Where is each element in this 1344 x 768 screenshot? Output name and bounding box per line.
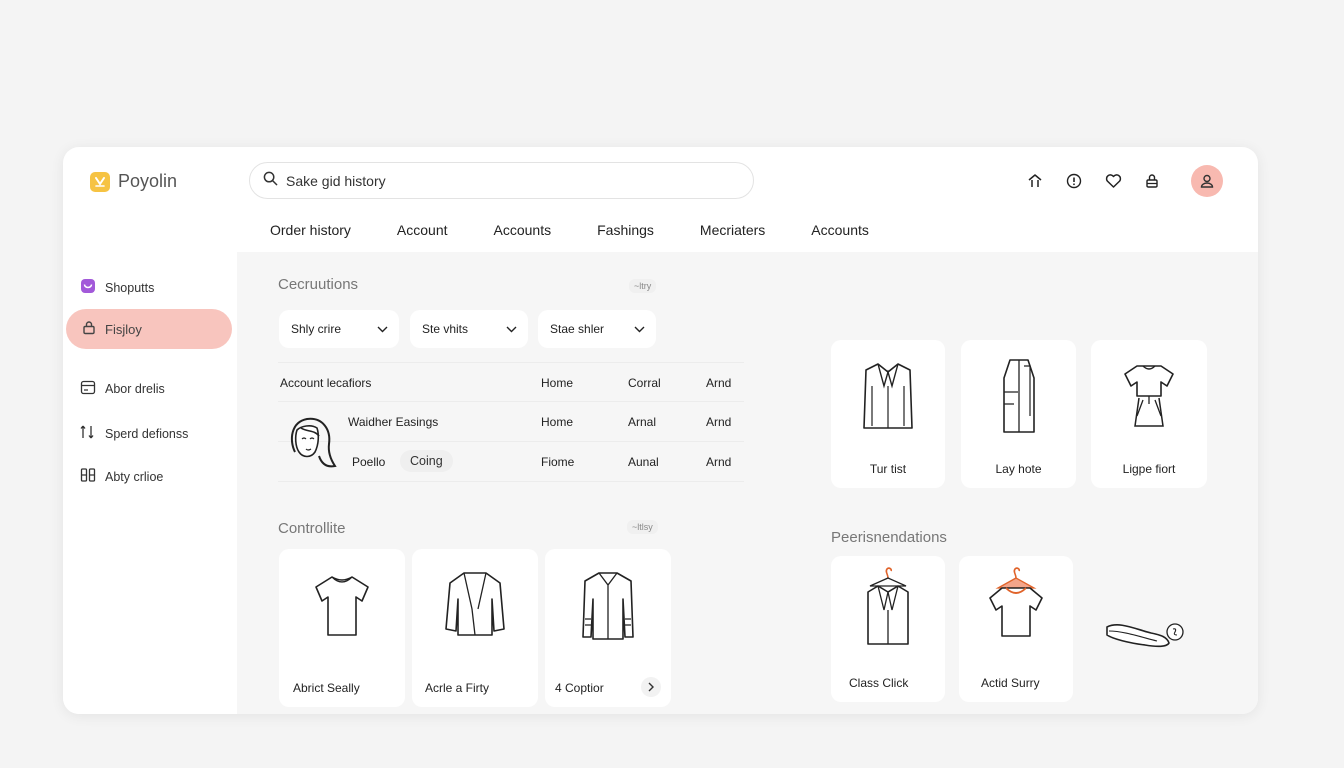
product-card-label: Ligpe fiort <box>1122 462 1176 476</box>
header-actions <box>1025 165 1223 197</box>
product-card-cardigan[interactable]: Acrle a Firty <box>412 549 538 707</box>
bag-icon[interactable] <box>1142 171 1162 191</box>
table-header-row: Account lecafiors Home Corral Arnd <box>278 362 744 402</box>
tab-account[interactable]: Account <box>397 222 448 238</box>
tab-fashings[interactable]: Fashings <box>597 222 654 238</box>
tshirt-icon <box>315 576 369 636</box>
filter-label: Ste vhits <box>422 322 469 336</box>
table-cell: Home <box>541 415 574 429</box>
account-table: Account lecafiors Home Corral Arnd Waidh… <box>278 362 744 482</box>
tab-order-history[interactable]: Order history <box>270 222 351 238</box>
sidebar-item-abor-drelis[interactable]: Abor drelis <box>80 380 165 398</box>
card-icon <box>80 380 96 398</box>
recommendations-title: Peerisnendations <box>831 529 947 546</box>
product-card-dress[interactable]: Lay hote <box>961 340 1076 488</box>
filter-label: Stae shler <box>550 322 605 336</box>
sidebar-item-fisjloy[interactable]: Fisjloy <box>66 309 232 349</box>
product-card-label: Abrict Seally <box>293 681 360 695</box>
top-icon <box>1124 365 1174 427</box>
sidebar-item-label: Shoputts <box>105 280 155 295</box>
product-card-blouse[interactable]: Actid Surry <box>959 556 1073 702</box>
sidebar-item-abty-crlioe[interactable]: Abty crlioe <box>80 467 163 486</box>
status-chip[interactable]: Coing <box>400 450 453 472</box>
product-card-jacket[interactable]: Tur tist <box>831 340 945 488</box>
filter-dropdown-2[interactable]: Ste vhits <box>410 310 528 348</box>
product-card-label: Class Click <box>849 676 909 690</box>
table-header-cell: Corral <box>628 376 661 390</box>
controlite-filter-tag[interactable]: ~ltlsy <box>627 520 658 534</box>
sidebar-item-label: Fisjloy <box>105 321 142 337</box>
bag-icon <box>80 278 96 297</box>
user-icon <box>1200 174 1214 188</box>
filter-dropdown-3[interactable]: Stae shler <box>538 310 656 348</box>
product-card-label: Lay hote <box>995 462 1042 476</box>
search-bar[interactable] <box>249 162 754 199</box>
transfer-icon <box>80 424 96 443</box>
sidebar: Shoputts Fisjloy Abor drelis Sperd defio… <box>63 252 237 714</box>
table-header-cell: Arnd <box>706 376 732 390</box>
collections-title: Cecruutions <box>278 276 359 293</box>
table-cell: Aunal <box>628 455 659 469</box>
table-cell: Fiome <box>541 455 575 469</box>
columns-icon <box>80 467 96 486</box>
lock-icon <box>82 320 96 338</box>
app-name: Poyolin <box>118 171 178 191</box>
sidebar-item-sperd-defionss[interactable]: Sperd defionss <box>80 424 188 443</box>
user-avatar[interactable] <box>1191 165 1223 197</box>
main-nav: Order history Account Accounts Fashings … <box>270 222 869 238</box>
chevron-right-icon[interactable] <box>641 677 661 697</box>
search-icon <box>263 171 278 191</box>
table-header-cell: Account lecafiors <box>280 376 372 390</box>
info-icon[interactable] <box>1064 171 1084 191</box>
table-cell: Arnd <box>706 455 732 469</box>
heart-icon[interactable] <box>1103 171 1123 191</box>
chevron-down-icon <box>506 326 517 332</box>
filter-label: Shly crire <box>291 322 342 336</box>
sidebar-item-label: Sperd defionss <box>105 426 189 441</box>
main-content: Cecruutions ~ltry Shly crire Ste vhits S… <box>237 252 1258 714</box>
sidebar-item-shoputts[interactable]: Shoputts <box>80 278 154 297</box>
product-card-label: Actid Surry <box>981 676 1040 690</box>
home-icon[interactable] <box>1025 171 1045 191</box>
app-window: Poyolin Order history Account Accounts F… <box>63 147 1258 714</box>
table-cell: Waidher Easings <box>348 415 439 429</box>
tab-accounts-2[interactable]: Accounts <box>811 222 869 238</box>
product-card-label: 4 Coptior <box>555 681 604 695</box>
tab-accounts[interactable]: Accounts <box>494 222 552 238</box>
product-card-shirt[interactable]: 4 Coptior <box>545 549 671 707</box>
product-card-tshirt[interactable]: Abrict Seally <box>279 549 405 707</box>
avatar-illustration <box>281 412 337 472</box>
search-input[interactable] <box>286 172 706 189</box>
filter-dropdown-1[interactable]: Shly crire <box>279 310 399 348</box>
table-row[interactable]: Poello Coing Fiome Aunal Arnd <box>278 442 744 482</box>
sidebar-item-label: Abty crlioe <box>105 469 164 484</box>
product-card-blazer[interactable]: Class Click <box>831 556 945 702</box>
shirt-icon <box>582 572 634 640</box>
table-cell: Arnd <box>706 415 732 429</box>
sidebar-item-label: Abor drelis <box>105 382 165 396</box>
product-card-top[interactable]: Ligpe fiort <box>1091 340 1207 488</box>
dress-icon <box>1002 359 1035 433</box>
logo-icon <box>90 171 110 192</box>
controlite-title: Controllite <box>278 520 346 537</box>
product-card-label: Tur tist <box>869 462 907 476</box>
hanger-blouse-icon <box>989 567 1043 637</box>
flat-shoe-icon <box>1106 623 1184 648</box>
cardigan-icon <box>445 572 505 636</box>
table-cell: Arnal <box>628 415 657 429</box>
chevron-down-icon <box>377 326 388 332</box>
chevron-down-icon <box>634 326 645 332</box>
product-card-label: Acrle a Firty <box>425 681 490 695</box>
shoe-illustration[interactable] <box>1101 607 1189 653</box>
table-row[interactable]: Waidher Easings Home Arnal Arnd <box>278 402 744 442</box>
blazer-icon <box>863 363 913 429</box>
hanger-blazer-icon <box>867 567 909 645</box>
app-logo[interactable]: Poyolin <box>90 171 177 192</box>
table-header-cell: Home <box>541 376 574 390</box>
tab-mecriaters[interactable]: Mecriaters <box>700 222 765 238</box>
collections-filter-tag[interactable]: ~ltry <box>629 279 657 293</box>
table-cell: Poello <box>352 455 386 469</box>
